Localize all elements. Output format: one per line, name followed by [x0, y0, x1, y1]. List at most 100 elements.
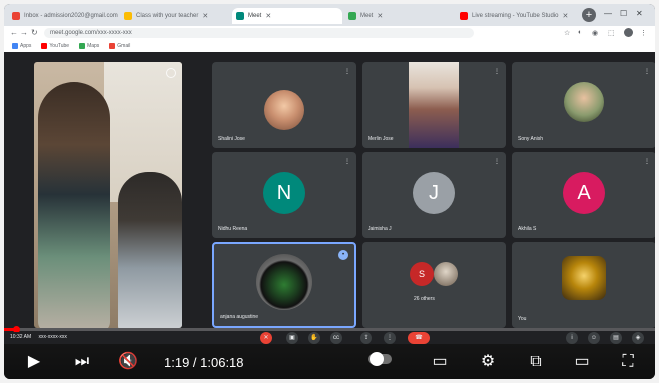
- gmail-icon: [12, 12, 20, 20]
- settings-gear-icon[interactable]: ⚙: [476, 350, 500, 374]
- raise-hand-icon[interactable]: ✋: [308, 332, 320, 344]
- school-logo: [562, 256, 606, 300]
- extension-icon[interactable]: ◉: [592, 29, 598, 37]
- bookmark-youtube[interactable]: YouTube: [41, 43, 69, 49]
- participant-video: [118, 172, 182, 328]
- extensions-puzzle-icon[interactable]: ⬚: [608, 29, 615, 37]
- bookmark-label: YouTube: [49, 43, 70, 49]
- next-icon[interactable]: ⏭: [70, 350, 94, 374]
- close-icon[interactable]: ✕: [202, 12, 208, 20]
- more-icon[interactable]: ⋮: [494, 68, 500, 75]
- meet-video-grid: ⋮ Shalini Jose ⋮ Merlin Jose ⋮ Sony Anis…: [4, 52, 655, 332]
- others-tile[interactable]: S 26 others: [362, 242, 506, 328]
- speaking-indicator-icon: •: [338, 250, 348, 260]
- participant-avatar: J: [413, 172, 455, 214]
- participant-photo: [264, 90, 304, 130]
- tab-label: Meet: [248, 13, 262, 19]
- close-icon[interactable]: ✕: [265, 12, 271, 20]
- participant-tile-speaking[interactable]: • anjana augustine: [212, 242, 356, 328]
- youtube-icon: [41, 43, 48, 49]
- participant-name: Shalini Jose: [218, 136, 245, 142]
- info-icon[interactable]: i: [566, 332, 578, 344]
- participant-video: [409, 62, 459, 148]
- tab-inbox[interactable]: Inbox - admission2020@gmail.com ✕: [8, 8, 118, 24]
- bookmark-gmail[interactable]: Gmail: [109, 43, 130, 49]
- present-icon[interactable]: ⇪: [360, 332, 372, 344]
- participant-avatar: N: [263, 172, 305, 214]
- participant-avatar: S: [410, 262, 434, 286]
- miniplayer-icon[interactable]: ⧉: [524, 350, 548, 374]
- bookmark-maps[interactable]: Maps: [79, 43, 99, 49]
- participant-tile[interactable]: N ⋮ Nidhu Reena: [212, 152, 356, 238]
- bookmark-apps[interactable]: Apps: [12, 43, 31, 49]
- theater-mode-icon[interactable]: ▭: [570, 350, 594, 374]
- bookmarks-bar: Apps YouTube Maps Gmail: [4, 40, 655, 52]
- others-count: 26 others: [414, 296, 435, 302]
- tab-meet-active[interactable]: Meet ✕: [232, 8, 342, 24]
- participant-tile[interactable]: ⋮ Merlin Jose: [362, 62, 506, 148]
- new-tab-button[interactable]: +: [582, 8, 596, 22]
- camera-icon[interactable]: ▣: [286, 332, 298, 344]
- url-field[interactable]: meet.google.com/xxx-xxxx-xxx: [44, 28, 474, 38]
- more-icon[interactable]: ⋮: [494, 158, 500, 165]
- screen: Inbox - admission2020@gmail.com ✕ Class …: [4, 4, 655, 379]
- close-icon[interactable]: ✕: [563, 12, 569, 20]
- participant-name: Sony Anish: [518, 136, 544, 142]
- play-icon[interactable]: ▶: [22, 350, 46, 374]
- meeting-code: xxx-xxxx-xxx: [38, 334, 67, 340]
- meet-toolbar: 10:32 AM xxx-xxxx-xxx ✕ ▣ ✋ cc ⇪ ⋮ ☎ i ☺…: [4, 332, 655, 344]
- forward-icon[interactable]: →: [20, 28, 28, 37]
- participant-name: Nidhu Reena: [218, 226, 248, 232]
- more-icon[interactable]: ⋮: [344, 68, 350, 75]
- youtube-player-controls: ▶ ⏭ 🔇 1:19 / 1:06:18 ▭ ⚙ ⧉ ▭ ⛶: [4, 344, 655, 379]
- subtitles-icon[interactable]: ▭: [428, 350, 452, 374]
- chat-icon[interactable]: ▤: [610, 332, 622, 344]
- people-icon[interactable]: ☺: [588, 332, 600, 344]
- end-call-icon[interactable]: ☎: [408, 332, 430, 344]
- autoplay-toggle[interactable]: [368, 350, 392, 374]
- participant-name: You: [518, 316, 527, 322]
- mute-icon[interactable]: 🔇: [116, 350, 140, 374]
- menu-icon[interactable]: ⋮: [640, 29, 647, 37]
- participant-tile[interactable]: ⋮ Shalini Jose: [212, 62, 356, 148]
- participant-tile[interactable]: A ⋮ Akhila S: [512, 152, 655, 238]
- meet-icon: [236, 12, 244, 20]
- fullscreen-icon[interactable]: ⛶: [616, 350, 640, 374]
- mic-off-icon[interactable]: ✕: [260, 332, 272, 344]
- participant-photo: [256, 254, 312, 310]
- clock-time: 10:32 AM: [10, 334, 32, 340]
- participant-tile[interactable]: J ⋮ Jaimisha J: [362, 152, 506, 238]
- self-view-video[interactable]: [34, 62, 182, 328]
- self-tile[interactable]: You: [512, 242, 655, 328]
- autoplay-track: [368, 352, 392, 366]
- more-options-icon[interactable]: ⋮: [384, 332, 396, 344]
- extension-icon[interactable]: ◐: [578, 29, 582, 36]
- tab-label: Class with your teacher: [136, 13, 199, 19]
- classroom-icon: [124, 12, 132, 20]
- participant-name: Akhila S: [518, 226, 537, 232]
- participant-name: Jaimisha J: [368, 226, 392, 232]
- captions-icon[interactable]: cc: [330, 332, 342, 344]
- profile-avatar[interactable]: [624, 28, 633, 37]
- bookmark-label: Apps: [20, 43, 32, 49]
- minimize-icon[interactable]: —: [604, 9, 612, 18]
- close-icon[interactable]: ✕: [377, 12, 383, 20]
- video-progress-bar[interactable]: [4, 326, 655, 333]
- tab-class[interactable]: Class with your teacher ✕: [120, 8, 230, 24]
- participant-photo: [434, 262, 458, 286]
- video-time: 1:19 / 1:06:18: [164, 355, 244, 370]
- activities-icon[interactable]: ◈: [632, 332, 644, 344]
- pin-icon[interactable]: [166, 68, 176, 78]
- more-icon[interactable]: ⋮: [344, 158, 350, 165]
- extension-icon[interactable]: ☆: [564, 29, 570, 37]
- more-icon[interactable]: ⋮: [644, 68, 650, 75]
- window-close-icon[interactable]: ✕: [636, 9, 643, 18]
- maximize-icon[interactable]: ☐: [620, 9, 627, 18]
- tab-meet[interactable]: Meet ✕: [344, 8, 454, 24]
- tab-youtube-studio[interactable]: Live streaming - YouTube Studio ✕: [456, 8, 578, 24]
- participant-avatar: A: [563, 172, 605, 214]
- reload-icon[interactable]: ↻: [31, 28, 38, 37]
- more-icon[interactable]: ⋮: [644, 158, 650, 165]
- back-icon[interactable]: ←: [10, 28, 18, 37]
- participant-tile[interactable]: ⋮ Sony Anish: [512, 62, 655, 148]
